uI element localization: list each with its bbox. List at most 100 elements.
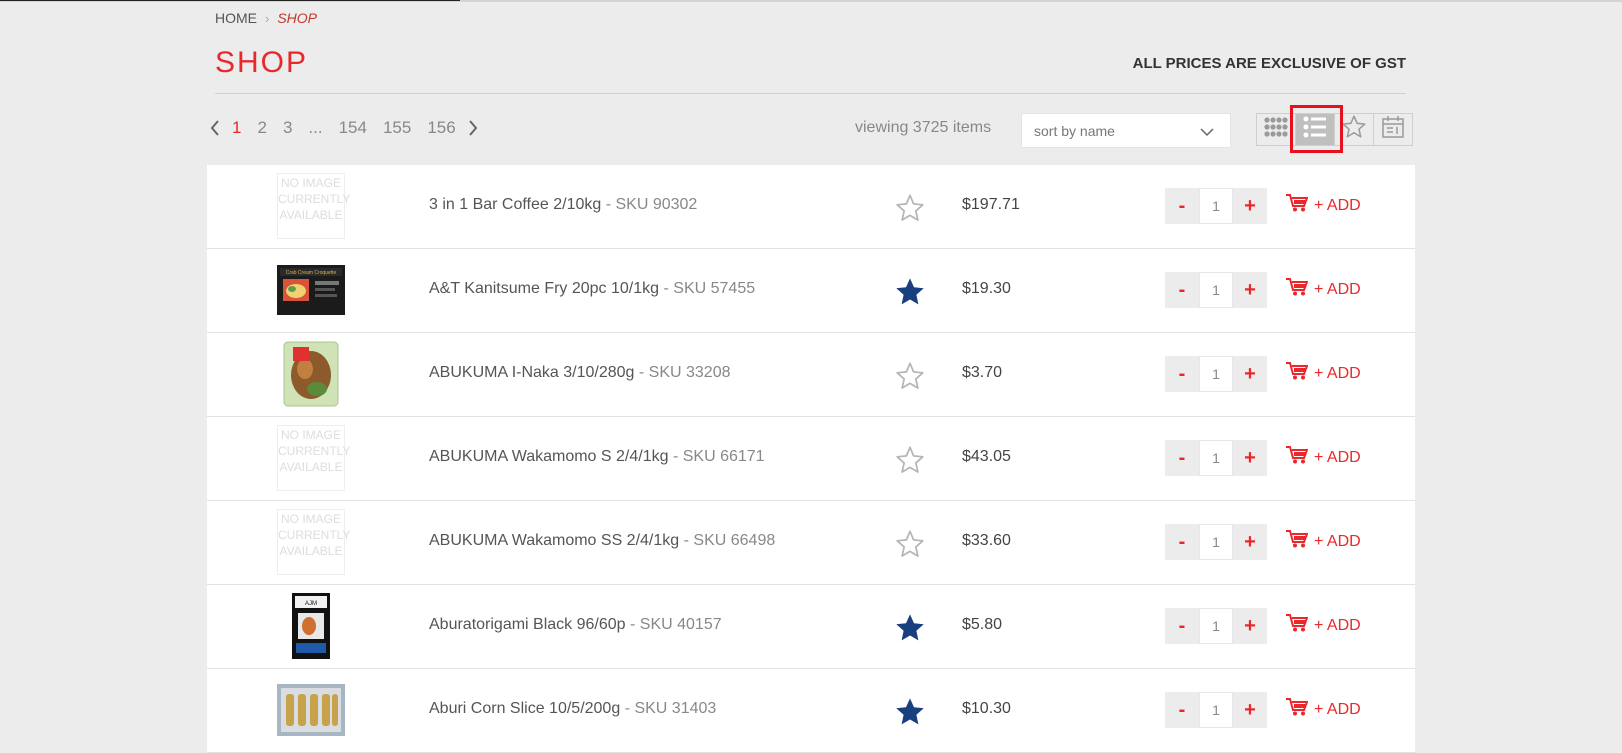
increase-qty-button[interactable]: + (1233, 356, 1267, 392)
page-link[interactable]: 156 (427, 118, 455, 138)
breadcrumb: HOME › SHOP (215, 10, 317, 26)
product-title[interactable]: ABUKUMA Wakamomo SS 2/4/1kg (429, 532, 679, 549)
next-page-icon[interactable] (464, 119, 482, 137)
svg-text:Crab Cream Croquette: Crab Cream Croquette (286, 270, 337, 276)
cart-icon (1286, 698, 1309, 721)
quantity-input[interactable] (1199, 692, 1233, 728)
product-thumbnail[interactable]: AJM (277, 593, 345, 659)
favorite-star-button[interactable] (894, 612, 926, 644)
product-name[interactable]: Aburatorigami Black 96/60p - SKU 40157 (429, 616, 722, 634)
product-name[interactable]: A&T Kanitsume Fry 20pc 10/1kg - SKU 5745… (429, 280, 755, 298)
decrease-qty-button[interactable]: - (1165, 692, 1199, 728)
star-outline-icon (894, 446, 926, 480)
product-name[interactable]: ABUKUMA Wakamomo S 2/4/1kg - SKU 66171 (429, 448, 765, 466)
product-thumbnail[interactable] (277, 677, 345, 743)
product-name[interactable]: ABUKUMA Wakamomo SS 2/4/1kg - SKU 66498 (429, 532, 775, 550)
product-title[interactable]: A&T Kanitsume Fry 20pc 10/1kg (429, 280, 659, 297)
favorite-star-button[interactable] (894, 360, 926, 392)
product-sku: - SKU 33208 (638, 364, 731, 381)
product-thumbnail[interactable]: NO IMAGE CURRENTLY AVAILABLE (277, 173, 350, 239)
product-image[interactable] (277, 684, 345, 736)
add-to-cart-label: + ADD (1314, 196, 1361, 214)
product-sku: - SKU 31403 (624, 700, 717, 717)
quantity-input[interactable] (1199, 440, 1233, 476)
product-image[interactable] (283, 341, 339, 407)
decrease-qty-button[interactable]: - (1165, 608, 1199, 644)
sort-dropdown[interactable]: sort by name (1021, 113, 1231, 148)
add-to-cart-button[interactable]: + ADD (1286, 446, 1361, 469)
product-title[interactable]: Aburatorigami Black 96/60p (429, 616, 626, 633)
quantity-input[interactable] (1199, 272, 1233, 308)
product-price: $3.70 (962, 364, 1003, 381)
product-image[interactable]: AJM (292, 593, 330, 659)
add-to-cart-button[interactable]: + ADD (1286, 362, 1361, 385)
prev-page-icon[interactable] (206, 119, 224, 137)
add-to-cart-button[interactable]: + ADD (1286, 614, 1361, 637)
quantity-input[interactable] (1199, 524, 1233, 560)
product-thumbnail[interactable]: NO IMAGE CURRENTLY AVAILABLE (277, 425, 350, 491)
page-link[interactable]: 154 (339, 118, 367, 138)
product-name[interactable]: Aburi Corn Slice 10/5/200g - SKU 31403 (429, 700, 716, 718)
quantity-input[interactable] (1199, 356, 1233, 392)
product-image[interactable]: Crab Cream Croquette (277, 265, 345, 315)
product-thumbnail[interactable] (277, 341, 345, 407)
quantity-stepper: -+ (1165, 692, 1267, 728)
product-row: AJM Aburatorigami Black 96/60p - SKU 4015… (207, 585, 1415, 669)
star-outline-icon (894, 530, 926, 564)
product-price: $197.71 (962, 196, 1020, 213)
page-link[interactable]: 3 (283, 118, 292, 138)
product-row: Crab Cream Croquette A&T Kanitsume Fry 20… (207, 249, 1415, 333)
star-outline-icon (894, 362, 926, 396)
product-name[interactable]: ABUKUMA I-Naka 3/10/280g - SKU 33208 (429, 364, 731, 382)
decrease-qty-button[interactable]: - (1165, 356, 1199, 392)
breadcrumb-home-link[interactable]: HOME (215, 10, 257, 26)
favorite-star-button[interactable] (894, 528, 926, 560)
page-link[interactable]: 1 (232, 118, 241, 138)
page-link[interactable]: 2 (257, 118, 266, 138)
increase-qty-button[interactable]: + (1233, 188, 1267, 224)
add-to-cart-label: + ADD (1314, 616, 1361, 634)
decrease-qty-button[interactable]: - (1165, 188, 1199, 224)
star-view-icon (1341, 114, 1367, 145)
increase-qty-button[interactable]: + (1233, 524, 1267, 560)
product-title[interactable]: Aburi Corn Slice 10/5/200g (429, 700, 620, 717)
product-sku: - SKU 66498 (683, 532, 776, 549)
grid-view-button[interactable] (1256, 113, 1296, 146)
decrease-qty-button[interactable]: - (1165, 524, 1199, 560)
favorite-star-button[interactable] (894, 192, 926, 224)
favorite-star-button[interactable] (894, 276, 926, 308)
increase-qty-button[interactable]: + (1233, 272, 1267, 308)
page-link[interactable]: 155 (383, 118, 411, 138)
decrease-qty-button[interactable]: - (1165, 272, 1199, 308)
increase-qty-button[interactable]: + (1233, 440, 1267, 476)
add-to-cart-button[interactable]: + ADD (1286, 278, 1361, 301)
product-thumbnail[interactable]: Crab Cream Croquette (277, 257, 345, 323)
title-divider (215, 93, 1406, 94)
decrease-qty-button[interactable]: - (1165, 440, 1199, 476)
increase-qty-button[interactable]: + (1233, 608, 1267, 644)
product-row: NO IMAGE CURRENTLY AVAILABLE ABUKUMA Waka… (207, 417, 1415, 501)
product-title[interactable]: ABUKUMA Wakamomo S 2/4/1kg (429, 448, 669, 465)
favorites-view-button[interactable] (1334, 113, 1374, 146)
product-name[interactable]: 3 in 1 Bar Coffee 2/10kg - SKU 90302 (429, 196, 697, 214)
product-thumbnail[interactable]: NO IMAGE CURRENTLY AVAILABLE (277, 509, 350, 575)
no-image-placeholder: NO IMAGE CURRENTLY AVAILABLE (277, 425, 350, 491)
product-price: $5.80 (962, 616, 1003, 633)
product-price: $19.30 (962, 280, 1011, 297)
product-title[interactable]: 3 in 1 Bar Coffee 2/10kg (429, 196, 601, 213)
quantity-input[interactable] (1199, 608, 1233, 644)
increase-qty-button[interactable]: + (1233, 692, 1267, 728)
favorite-star-button[interactable] (894, 696, 926, 728)
add-to-cart-button[interactable]: + ADD (1286, 698, 1361, 721)
add-to-cart-button[interactable]: + ADD (1286, 194, 1361, 217)
calendar-view-button[interactable] (1373, 113, 1413, 146)
quantity-stepper: -+ (1165, 272, 1267, 308)
product-row: NO IMAGE CURRENTLY AVAILABLE ABUKUMA Waka… (207, 501, 1415, 585)
star-outline-icon (894, 194, 926, 228)
quantity-input[interactable] (1199, 188, 1233, 224)
product-title[interactable]: ABUKUMA I-Naka 3/10/280g (429, 364, 634, 381)
list-view-button[interactable] (1295, 113, 1335, 146)
add-to-cart-button[interactable]: + ADD (1286, 530, 1361, 553)
favorite-star-button[interactable] (894, 444, 926, 476)
product-list: NO IMAGE CURRENTLY AVAILABLE 3 in 1 Bar C… (207, 165, 1415, 753)
